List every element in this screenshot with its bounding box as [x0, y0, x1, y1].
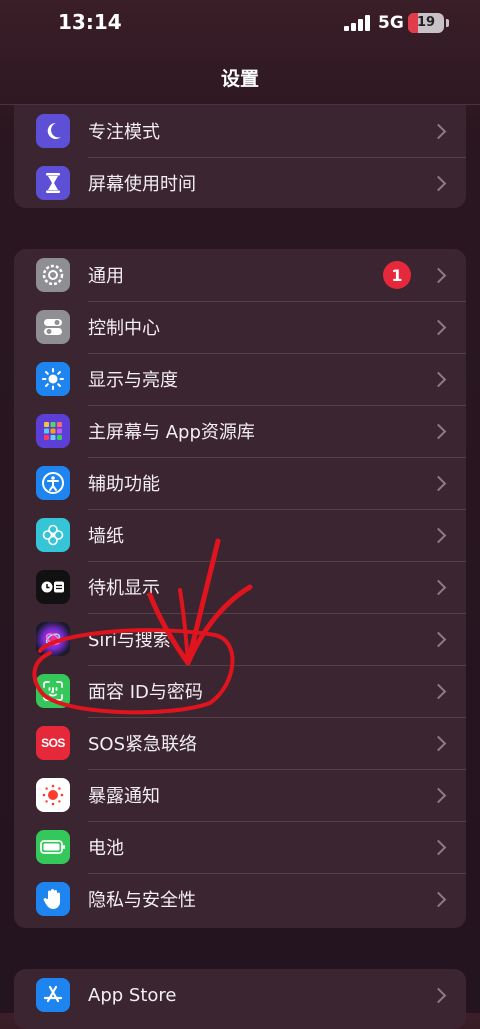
chevron-right-icon	[430, 423, 447, 439]
row-exposure[interactable]: 暴露通知	[14, 769, 466, 821]
sos-icon-text: SOS	[41, 736, 65, 750]
sun-icon	[36, 362, 70, 396]
row-emergency-sos[interactable]: SOS SOS紧急联络	[14, 717, 466, 769]
battery-level: 19	[416, 15, 436, 30]
moon-icon	[36, 114, 70, 148]
row-label: 显示与亮度	[88, 370, 178, 391]
row-label: App Store	[88, 984, 177, 1006]
battery-icon	[36, 830, 70, 864]
chevron-right-icon	[430, 891, 447, 907]
chevron-right-icon	[430, 475, 447, 491]
annotation-arrow	[147, 538, 253, 666]
row-app-store[interactable]: App Store	[14, 969, 466, 1021]
row-battery[interactable]: 电池	[14, 821, 466, 873]
chevron-right-icon	[430, 839, 447, 855]
row-label: 暴露通知	[88, 786, 160, 807]
row-label: 屏幕使用时间	[88, 174, 196, 195]
row-label: 辅助功能	[88, 474, 160, 495]
row-label: 专注模式	[88, 122, 160, 143]
row-general[interactable]: 通用 1	[14, 249, 466, 301]
appstore-icon	[36, 978, 70, 1012]
grid-icon	[36, 414, 70, 448]
network-type: 5G	[378, 13, 404, 33]
accessibility-icon	[36, 466, 70, 500]
row-focus[interactable]: 专注模式	[14, 105, 466, 157]
gear-icon	[36, 258, 70, 292]
chevron-right-icon	[430, 735, 447, 751]
status-bar: 13:14 5G 19	[0, 0, 480, 50]
row-screen-time[interactable]: 屏幕使用时间	[14, 157, 466, 208]
row-label: 隐私与安全性	[88, 890, 196, 911]
chevron-right-icon	[430, 371, 447, 387]
row-accessibility[interactable]: 辅助功能	[14, 457, 466, 509]
battery-icon: 19	[408, 13, 444, 33]
row-control-center[interactable]: 控制中心	[14, 301, 466, 353]
row-display[interactable]: 显示与亮度	[14, 353, 466, 405]
chevron-right-icon	[430, 787, 447, 803]
chevron-right-icon	[430, 527, 447, 543]
chevron-right-icon	[430, 267, 447, 283]
chevron-right-icon	[430, 987, 447, 1003]
toggles-icon	[36, 310, 70, 344]
chevron-right-icon	[430, 683, 447, 699]
row-label: 电池	[88, 838, 124, 859]
row-label: 通用	[88, 266, 124, 287]
sos-icon: SOS	[36, 726, 70, 760]
settings-group-store: App Store	[14, 969, 466, 1029]
row-label: SOS紧急联络	[88, 734, 198, 755]
status-time: 13:14	[58, 10, 122, 34]
chevron-right-icon	[430, 123, 447, 139]
row-home-screen[interactable]: 主屏幕与 App资源库	[14, 405, 466, 457]
row-privacy[interactable]: 隐私与安全性	[14, 873, 466, 925]
page-title: 设置	[220, 68, 259, 90]
cellular-signal-icon	[344, 15, 372, 31]
hand-icon	[36, 882, 70, 916]
row-label: 主屏幕与 App资源库	[88, 422, 255, 443]
notification-badge: 1	[383, 261, 411, 289]
hourglass-icon	[36, 166, 70, 200]
chevron-right-icon	[430, 175, 447, 191]
chevron-right-icon	[430, 579, 447, 595]
chevron-right-icon	[430, 631, 447, 647]
exposure-icon	[36, 778, 70, 812]
row-label: 控制中心	[88, 318, 160, 339]
settings-group-focus: 专注模式 屏幕使用时间	[14, 105, 466, 208]
chevron-right-icon	[430, 319, 447, 335]
